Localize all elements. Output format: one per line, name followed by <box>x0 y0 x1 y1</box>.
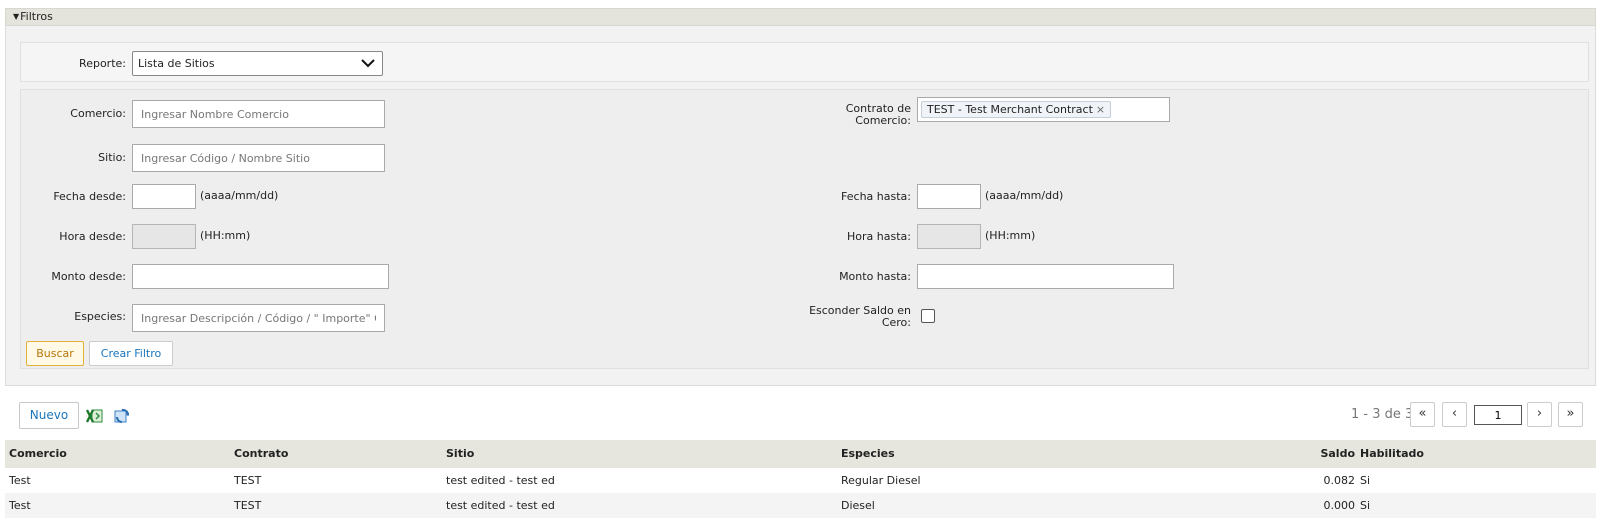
report-select[interactable]: Lista de Sitios <box>132 51 383 76</box>
caret-down-icon: ▼ <box>13 12 20 21</box>
fecha-hasta-hint: (aaaa/mm/dd) <box>985 189 1064 202</box>
last-page-button[interactable]: » <box>1558 402 1583 427</box>
comercio-label: Comercio: <box>70 107 126 120</box>
hora-desde-hint: (HH:mm) <box>200 229 251 242</box>
monto-desde-input[interactable] <box>132 264 389 289</box>
table-row[interactable]: Test TEST test edited - test ed Regular … <box>5 468 1596 493</box>
column-header-especies[interactable]: Especies <box>841 440 895 468</box>
hora-desde-label: Hora desde: <box>59 230 126 243</box>
cell-contrato: TEST <box>234 499 262 512</box>
fecha-desde-label: Fecha desde: <box>53 190 126 203</box>
filters-title: Filtros <box>20 10 53 23</box>
table-header-row: Comercio Contrato Sitio Especies Saldo H… <box>5 440 1596 468</box>
esconder-saldo-label-line2: Cero: <box>881 316 911 329</box>
prev-page-button[interactable]: ‹ <box>1442 402 1467 427</box>
especies-input[interactable] <box>132 304 385 332</box>
sitio-label: Sitio: <box>98 151 126 164</box>
esconder-saldo-checkbox[interactable] <box>921 309 935 323</box>
hora-hasta-label: Hora hasta: <box>847 230 911 243</box>
column-header-habilitado[interactable]: Habilitado <box>1360 440 1424 468</box>
buscar-button[interactable]: Buscar <box>26 341 84 366</box>
filters-toggle[interactable]: ▼Filtros <box>5 8 1596 26</box>
monto-desde-label: Monto desde: <box>51 270 126 283</box>
crear-filtro-button[interactable]: Crear Filtro <box>89 341 173 366</box>
report-label: Reporte: <box>79 57 126 70</box>
especies-label: Especies: <box>74 310 126 323</box>
column-header-saldo[interactable]: Saldo <box>1265 440 1355 468</box>
cell-habilitado: Si <box>1360 474 1371 487</box>
next-page-button[interactable]: › <box>1527 402 1552 427</box>
cell-sitio: test edited - test ed <box>446 499 555 512</box>
fecha-hasta-label: Fecha hasta: <box>841 190 911 203</box>
hora-desde-input[interactable] <box>132 224 196 249</box>
hora-hasta-input[interactable] <box>917 224 981 249</box>
cell-habilitado: Si <box>1360 499 1371 512</box>
monto-hasta-label: Monto hasta: <box>839 270 911 283</box>
fecha-desde-hint: (aaaa/mm/dd) <box>200 189 279 202</box>
pager-summary: 1 - 3 de 3 <box>1351 407 1414 422</box>
remove-tag-icon[interactable]: × <box>1096 103 1105 116</box>
first-page-button[interactable]: « <box>1410 402 1435 427</box>
contrato-label: Contrato de Comercio: <box>820 103 911 127</box>
excel-export-icon[interactable] <box>85 407 103 425</box>
cell-saldo: 0.082 <box>1323 474 1356 487</box>
contrato-label-line2: Comercio: <box>855 114 911 127</box>
cell-especies: Regular Diesel <box>841 474 921 487</box>
hora-hasta-hint: (HH:mm) <box>985 229 1036 242</box>
cell-comercio: Test <box>9 474 31 487</box>
nuevo-button[interactable]: Nuevo <box>19 402 79 429</box>
report-selected-value: Lista de Sitios <box>138 57 215 70</box>
page-number-input[interactable] <box>1474 405 1522 425</box>
results-table: Comercio Contrato Sitio Especies Saldo H… <box>5 440 1596 518</box>
comercio-input[interactable] <box>132 100 385 128</box>
cell-sitio: test edited - test ed <box>446 474 555 487</box>
column-header-contrato[interactable]: Contrato <box>234 440 288 468</box>
monto-hasta-input[interactable] <box>917 264 1174 289</box>
contrato-tag-label: TEST - Test Merchant Contract <box>927 103 1093 116</box>
cell-saldo: 0.000 <box>1323 499 1356 512</box>
esconder-saldo-label: Esconder Saldo en Cero: <box>800 305 911 329</box>
refresh-icon[interactable] <box>113 407 131 425</box>
cell-especies: Diesel <box>841 499 875 512</box>
contrato-tag-input[interactable]: TEST - Test Merchant Contract × <box>917 97 1170 122</box>
table-row[interactable]: Test TEST test edited - test ed Diesel 0… <box>5 493 1596 518</box>
cell-comercio: Test <box>9 499 31 512</box>
column-header-sitio[interactable]: Sitio <box>446 440 474 468</box>
fecha-desde-input[interactable] <box>132 184 196 209</box>
cell-contrato: TEST <box>234 474 262 487</box>
column-header-comercio[interactable]: Comercio <box>9 440 67 468</box>
chevron-down-icon <box>361 59 375 68</box>
sitio-input[interactable] <box>132 144 385 172</box>
contrato-tag: TEST - Test Merchant Contract × <box>921 101 1112 118</box>
fecha-hasta-input[interactable] <box>917 184 981 209</box>
